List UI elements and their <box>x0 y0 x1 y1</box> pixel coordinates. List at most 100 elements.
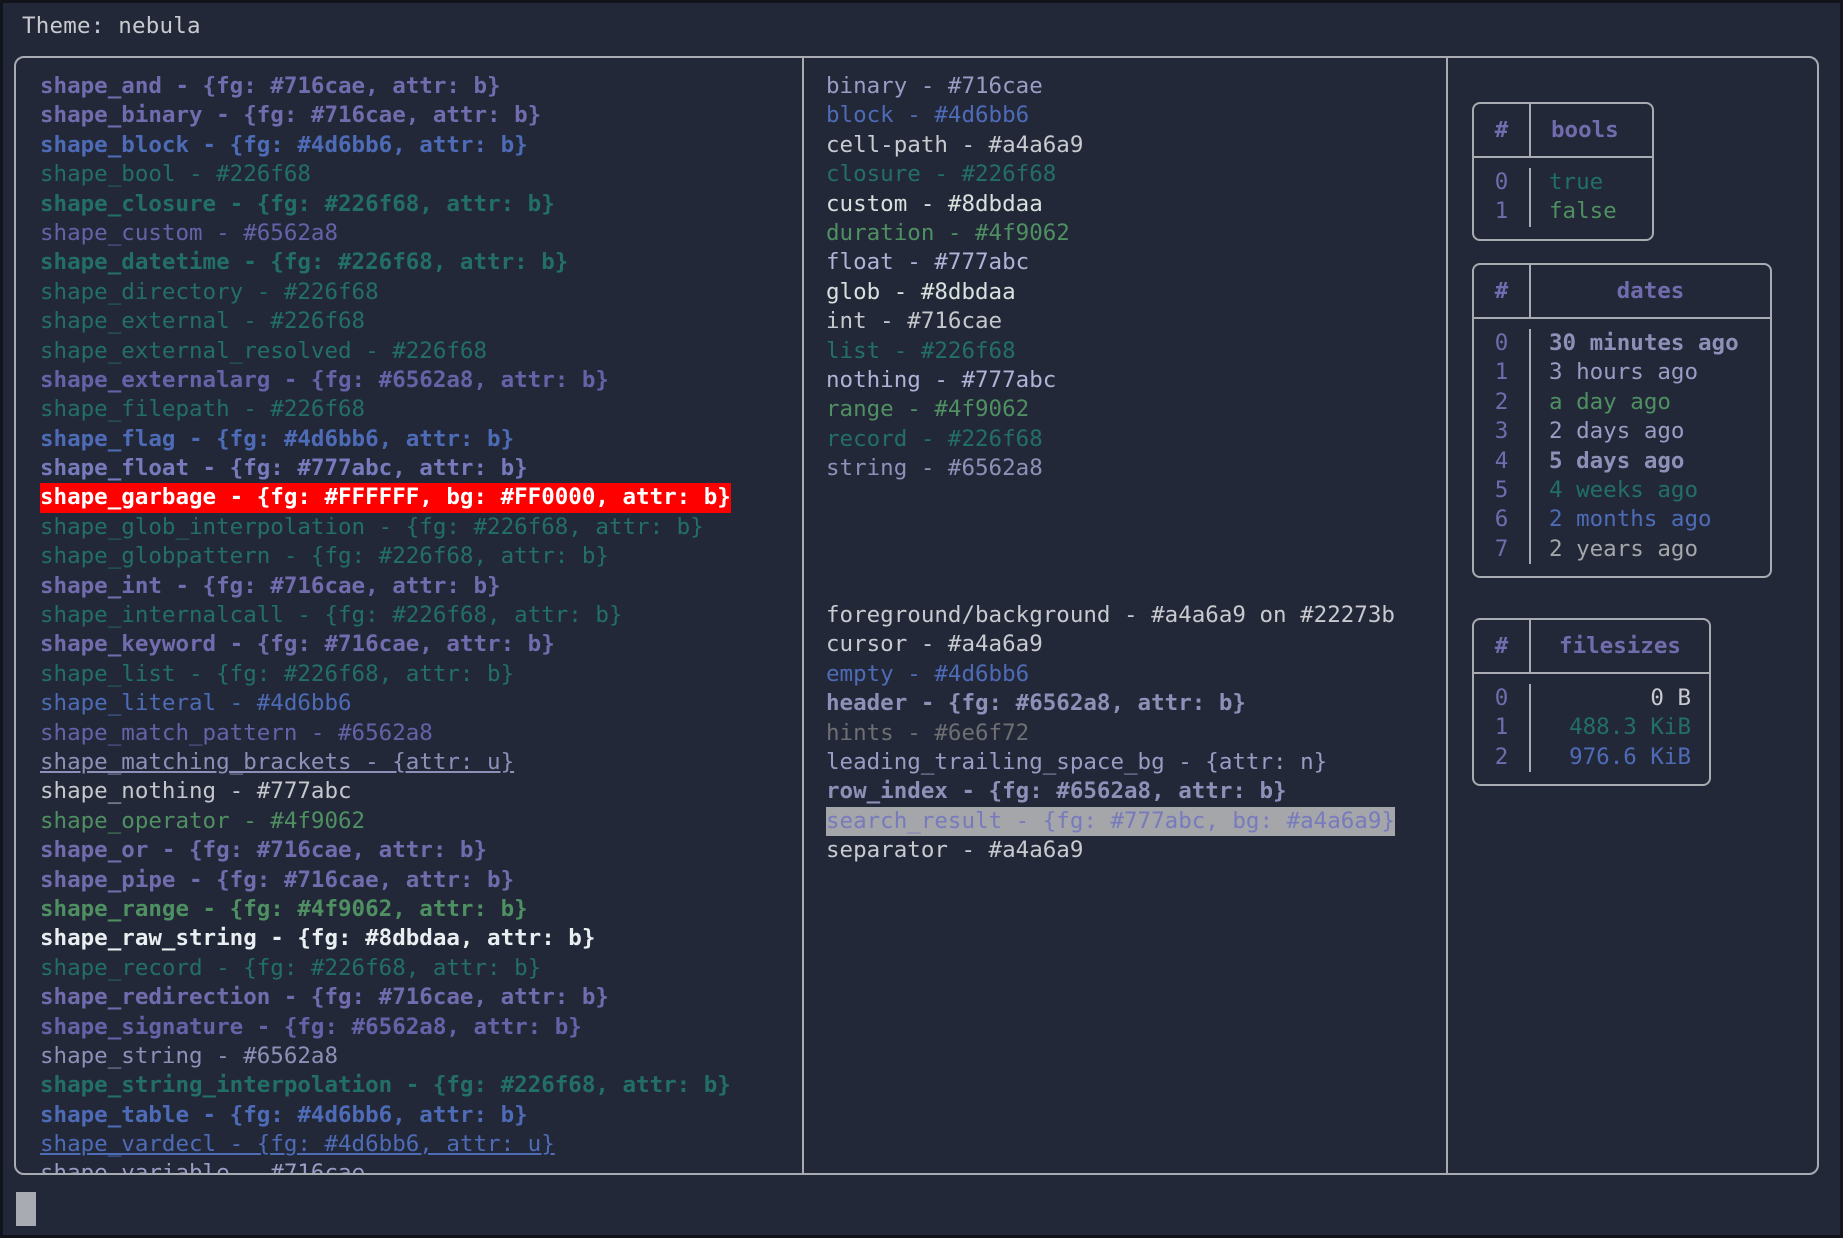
block-cursor <box>16 1192 36 1226</box>
dates-row: 3 2 days ago <box>1474 417 1770 447</box>
filesizes-row-value: 0 B <box>1650 685 1691 711</box>
shapes-row-list: shape_and - {fg: #716cae, attr: b} shape_… <box>16 58 802 1173</box>
shape-entry: shape_keyword - {fg: #716cae, attr: b} <box>40 631 555 658</box>
type-entry: nothing - #777abc <box>826 366 1057 393</box>
shape-entry: shape_matching_brackets - {attr: u} <box>40 748 515 775</box>
shape-entry: shape_table - {fg: #4d6bb6, attr: b} <box>40 1101 528 1128</box>
dates-row-value: 4 weeks ago <box>1549 476 1699 503</box>
dates-row: 5 4 weeks ago <box>1474 475 1770 506</box>
shape-entry: shape_directory - #226f68 <box>40 278 379 305</box>
shape-entry: shape_externalarg - {fg: #6562a8, attr: … <box>40 366 609 393</box>
column-gap <box>826 483 1446 601</box>
type-entry: string - #6562a8 <box>826 455 1043 482</box>
dates-row-index: 4 <box>1474 446 1531 476</box>
filesizes-row-index: 1 <box>1474 713 1531 743</box>
shape-entry: shape_binary - {fg: #716cae, attr: b} <box>40 102 542 129</box>
shape-entry: shape_string_interpolation - {fg: #226f6… <box>40 1072 731 1099</box>
filesizes-table-body: 0 0 B 1 488.3 KiB 2 976.6 KiB <box>1474 674 1709 784</box>
dates-header-index: # <box>1474 265 1531 317</box>
ui-entry: separator - #a4a6a9 <box>826 837 1084 864</box>
shape-entry: shape_block - {fg: #4d6bb6, attr: b} <box>40 131 528 158</box>
dates-header-value: dates <box>1616 278 1685 304</box>
bools-row: 0 true <box>1474 168 1652 198</box>
filesizes-row-index: 0 <box>1474 684 1531 714</box>
types-row-list: binary - #716cae block - #4d6bb6 cell-path… <box>804 58 1446 601</box>
ui-entry: hints - #6e6f72 <box>826 719 1030 746</box>
shape-entry: shape_signature - {fg: #6562a8, attr: b} <box>40 1013 582 1040</box>
dates-row-value: 2 months ago <box>1549 506 1712 533</box>
ui-entry: foreground/background - #a4a6a9 on #2227… <box>826 602 1395 629</box>
filesizes-row: 0 0 B <box>1474 684 1709 714</box>
dates-row-index: 7 <box>1474 534 1531 565</box>
bools-row-value: false <box>1549 198 1617 225</box>
shape-entry: shape_and - {fg: #716cae, attr: b} <box>40 73 501 99</box>
shape-entry: shape_float - {fg: #777abc, attr: b} <box>40 455 528 482</box>
shape-entry: shape_range - {fg: #4f9062, attr: b} <box>40 895 528 922</box>
filesizes-header-value: filesizes <box>1559 633 1681 659</box>
bools-table-body: 0 true 1 false <box>1474 158 1652 239</box>
shape-entry: shape_closure - {fg: #226f68, attr: b} <box>40 190 555 217</box>
bools-row-value: true <box>1549 169 1604 195</box>
type-entry: custom - #8dbdaa <box>826 190 1043 217</box>
dates-row-index: 5 <box>1474 475 1531 506</box>
shape-entry: shape_literal - #4d6bb6 <box>40 690 352 717</box>
dates-row-index: 2 <box>1474 387 1531 418</box>
filesizes-row-value: 976.6 KiB <box>1569 743 1691 770</box>
dates-row-index: 1 <box>1474 358 1531 388</box>
shapes-column: shape_and - {fg: #716cae, attr: b} shape_… <box>16 58 802 1173</box>
shape-entry: shape_globpattern - {fg: #226f68, attr: … <box>40 543 609 570</box>
bools-row-index: 0 <box>1474 168 1531 198</box>
shape-entry: shape_redirection - {fg: #716cae, attr: … <box>40 984 609 1011</box>
dates-row-value: 5 days ago <box>1549 447 1685 474</box>
dates-row-index: 6 <box>1474 505 1531 535</box>
filesizes-row-index: 2 <box>1474 742 1531 773</box>
shape-entry: shape_internalcall - {fg: #226f68, attr:… <box>40 602 623 629</box>
shape-entry: shape_glob_interpolation - {fg: #226f68,… <box>40 513 704 540</box>
dates-row: 0 30 minutes ago <box>1474 329 1770 359</box>
shape-entry: shape_flag - {fg: #4d6bb6, attr: b} <box>40 425 515 452</box>
type-entry: list - #226f68 <box>826 337 1016 364</box>
type-entry: int - #716cae <box>826 308 1003 335</box>
dates-row: 2 a day ago <box>1474 387 1770 418</box>
shape-entry: shape_int - {fg: #716cae, attr: b} <box>40 572 501 599</box>
bools-header-index: # <box>1474 104 1531 156</box>
bools-table-header: # bools <box>1474 104 1652 158</box>
type-entry: cell-path - #a4a6a9 <box>826 131 1084 158</box>
shape-entry: shape_operator - #4f9062 <box>40 807 366 834</box>
filesizes-header-index: # <box>1474 620 1531 672</box>
dates-row: 6 2 months ago <box>1474 505 1770 535</box>
dates-row: 7 2 years ago <box>1474 534 1770 565</box>
type-entry: glob - #8dbdaa <box>826 278 1016 305</box>
ui-entry: header - {fg: #6562a8, attr: b} <box>826 690 1246 717</box>
shape-entry: shape_record - {fg: #226f68, attr: b} <box>40 954 542 981</box>
shape-entry: shape_match_pattern - #6562a8 <box>40 719 433 746</box>
bools-table: # bools 0 true 1 false <box>1472 102 1654 241</box>
shape-entry: shape_string - #6562a8 <box>40 1042 339 1069</box>
dates-table: # dates 0 30 minutes ago 1 3 hours ago 2 a da… <box>1472 263 1772 579</box>
filesizes-row-value: 488.3 KiB <box>1569 714 1691 741</box>
shape-entry: shape_raw_string - {fg: #8dbdaa, attr: b… <box>40 925 596 952</box>
bools-header-value: bools <box>1551 117 1619 143</box>
shape-entry: shape_datetime - {fg: #226f68, attr: b} <box>40 249 569 276</box>
shape-entry: shape_pipe - {fg: #716cae, attr: b} <box>40 866 515 893</box>
theme-preview-table: shape_and - {fg: #716cae, attr: b} shape_… <box>14 56 1819 1175</box>
shape-entry: shape_vardecl - {fg: #4d6bb6, attr: u} <box>40 1131 555 1158</box>
shape-entry: shape_custom - #6562a8 <box>40 219 339 246</box>
bools-row: 1 false <box>1474 197 1652 227</box>
dates-row-value: 3 hours ago <box>1549 359 1699 386</box>
type-entry: binary - #716cae <box>826 73 1043 99</box>
type-entry: block - #4d6bb6 <box>826 102 1030 129</box>
type-entry: range - #4f9062 <box>826 396 1030 423</box>
types-and-ui-column: binary - #716cae block - #4d6bb6 cell-path… <box>804 58 1446 1173</box>
shape-entry: shape_external - #226f68 <box>40 308 366 335</box>
dates-row-value: a day ago <box>1549 388 1671 415</box>
ui-entry: cursor - #a4a6a9 <box>826 631 1043 658</box>
ui-entry: search_result - {fg: #777abc, bg: #a4a6a… <box>826 806 1395 837</box>
shape-entry: shape_garbage - {fg: #FFFFFF, bg: #FF000… <box>40 483 731 513</box>
ui-row-list: foreground/background - #a4a6a9 on #2227… <box>804 601 1446 866</box>
dates-table-header: # dates <box>1474 265 1770 319</box>
shape-entry: shape_list - {fg: #226f68, attr: b} <box>40 660 515 687</box>
samples-column: # bools 0 true 1 false # dates 0 30 minutes … <box>1448 58 1819 1173</box>
theme-label: Theme: nebula <box>22 13 201 39</box>
filesizes-table-header: # filesizes <box>1474 620 1709 674</box>
